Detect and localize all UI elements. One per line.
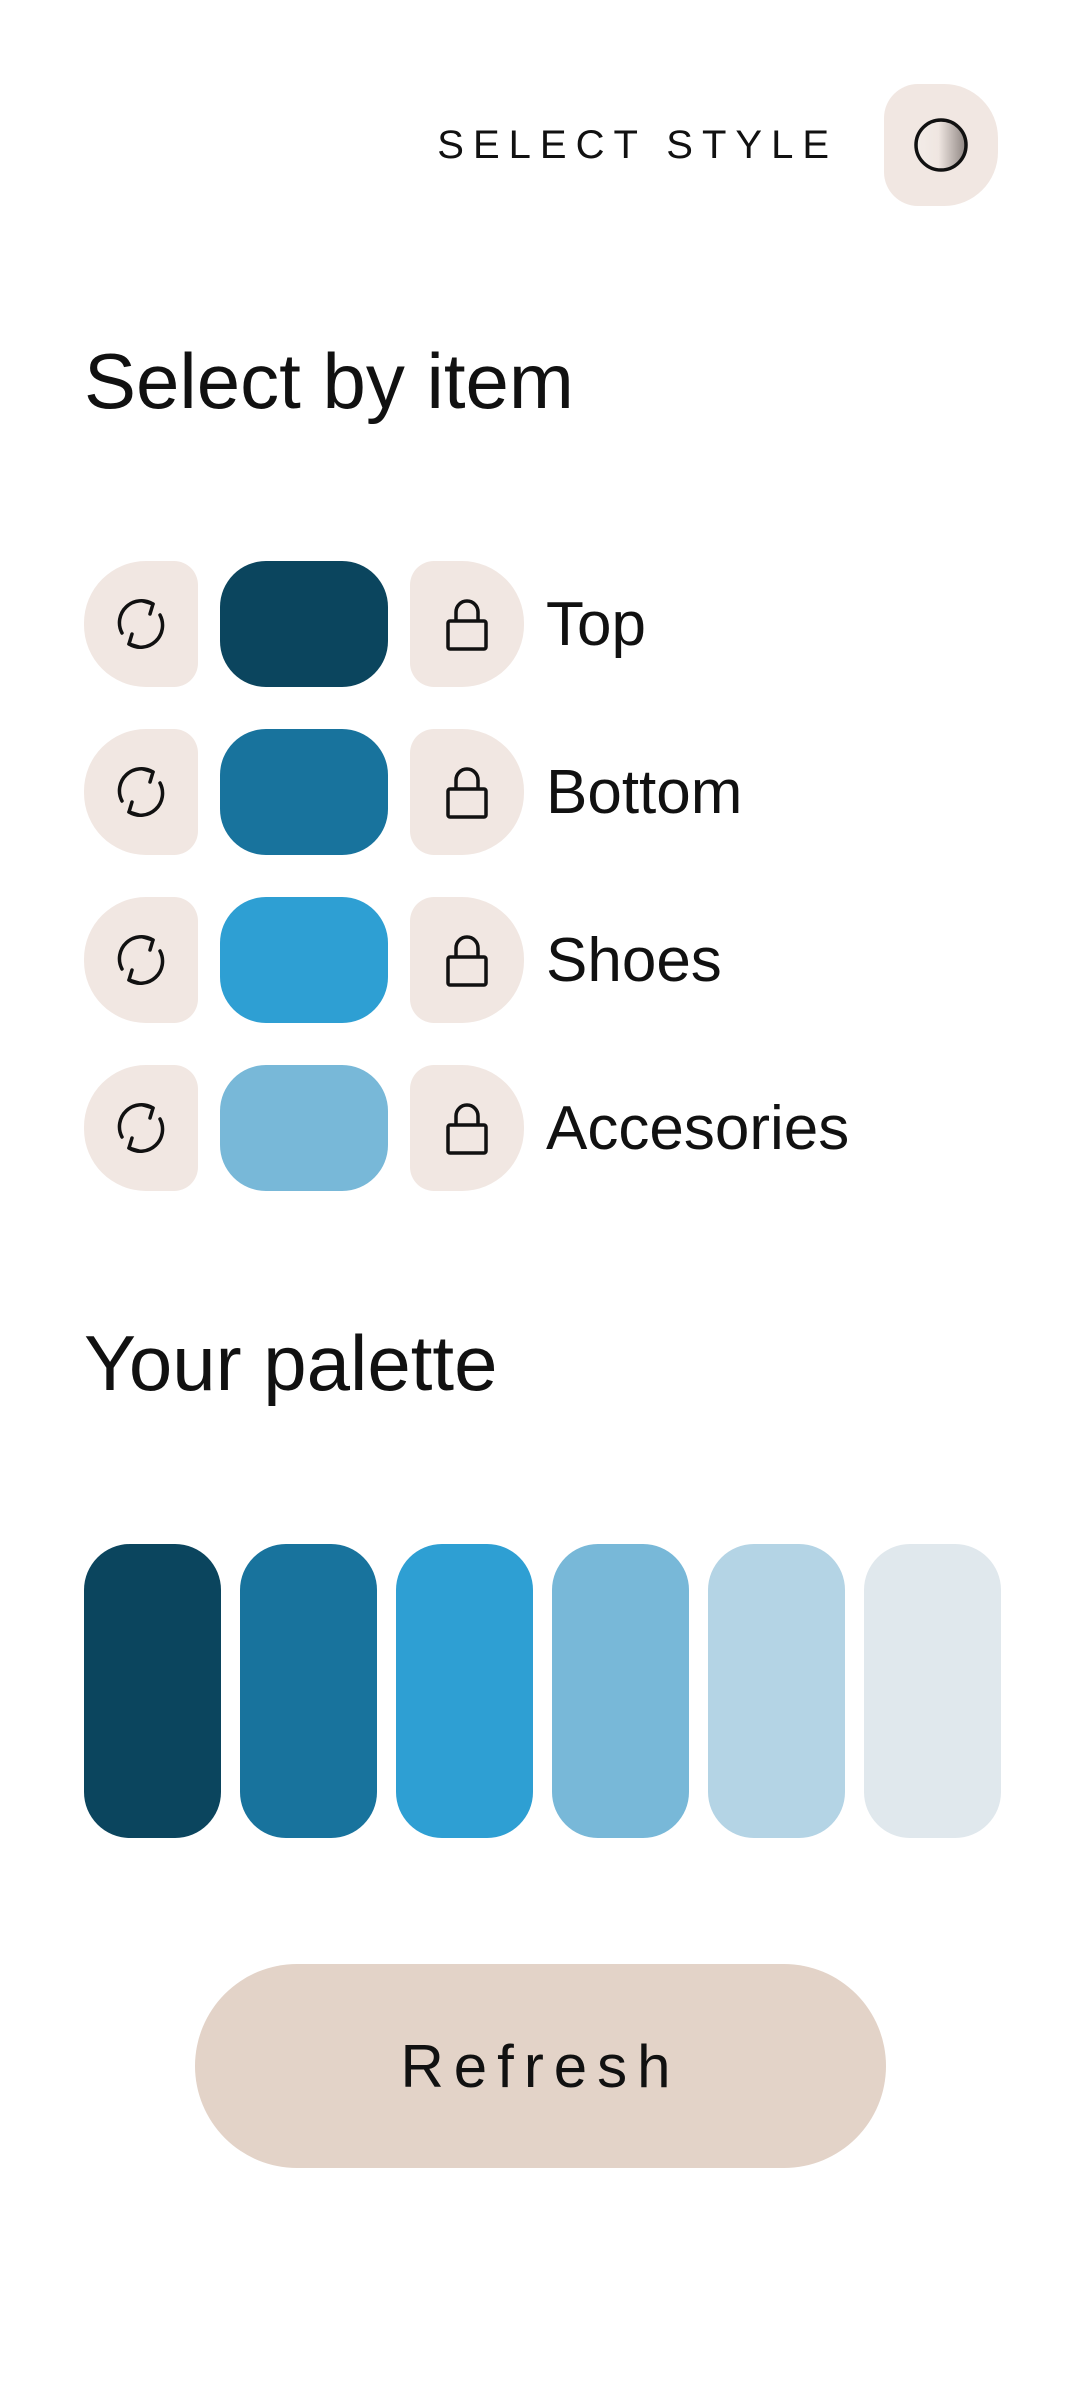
palette-swatch-5[interactable] [708, 1544, 845, 1838]
item-label-bottom: Bottom [546, 757, 743, 827]
item-color-swatch-shoes[interactable] [220, 897, 388, 1023]
item-row-accesories: Accesories [84, 1065, 849, 1191]
palette-swatch-3[interactable] [396, 1544, 533, 1838]
item-label-top: Top [546, 589, 646, 659]
item-row-shoes: Shoes [84, 897, 849, 1023]
your-palette-title: Your palette [84, 1319, 498, 1407]
palette-swatch-6[interactable] [864, 1544, 1001, 1838]
refresh-icon [117, 1102, 165, 1154]
select-by-item-title: Select by item [84, 337, 574, 425]
refresh-button[interactable]: Refresh [195, 1964, 886, 2168]
item-color-swatch-accesories[interactable] [220, 1065, 388, 1191]
palette [84, 1544, 1001, 1838]
item-label-shoes: Shoes [546, 925, 722, 995]
lock-icon [446, 767, 488, 819]
item-row-bottom: Bottom [84, 729, 849, 855]
refresh-icon [117, 598, 165, 650]
lock-icon [446, 599, 488, 651]
lock-bottom-button[interactable] [410, 729, 524, 855]
item-color-swatch-top[interactable] [220, 561, 388, 687]
lock-accesories-button[interactable] [410, 1065, 524, 1191]
header: SELECT STYLE [437, 84, 998, 206]
item-row-top: Top [84, 561, 849, 687]
palette-swatch-1[interactable] [84, 1544, 221, 1838]
shuffle-accesories-button[interactable] [84, 1065, 198, 1191]
refresh-icon [117, 934, 165, 986]
lock-top-button[interactable] [410, 561, 524, 687]
contrast-circle-icon [914, 118, 968, 172]
shuffle-shoes-button[interactable] [84, 897, 198, 1023]
lock-shoes-button[interactable] [410, 897, 524, 1023]
palette-swatch-4[interactable] [552, 1544, 689, 1838]
item-color-swatch-bottom[interactable] [220, 729, 388, 855]
palette-swatch-2[interactable] [240, 1544, 377, 1838]
shuffle-top-button[interactable] [84, 561, 198, 687]
item-list: Top Bottom Shoes Accesories [84, 561, 849, 1233]
lock-icon [446, 935, 488, 987]
lock-icon [446, 1103, 488, 1155]
select-style-label: SELECT STYLE [437, 122, 838, 167]
style-toggle-button[interactable] [884, 84, 998, 206]
item-label-accesories: Accesories [546, 1093, 850, 1163]
refresh-icon [117, 766, 165, 818]
shuffle-bottom-button[interactable] [84, 729, 198, 855]
